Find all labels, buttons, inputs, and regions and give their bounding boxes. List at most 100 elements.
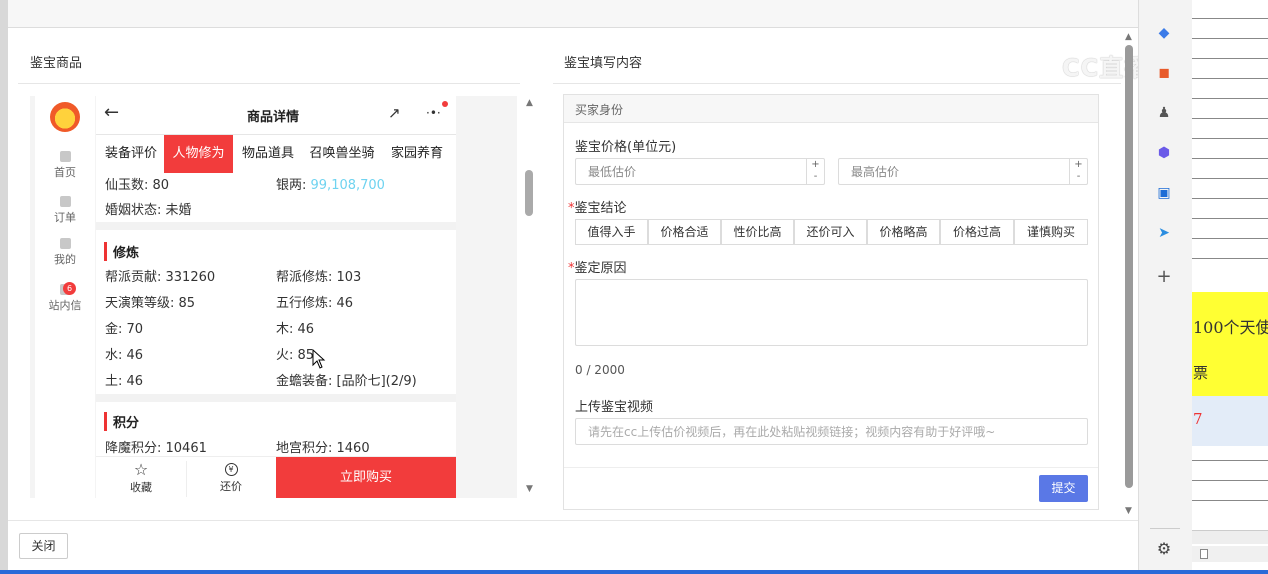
conclusion-option[interactable]: 价格合适 bbox=[648, 219, 721, 245]
tab-home[interactable]: 家园养育 bbox=[386, 135, 448, 173]
tab-pets[interactable]: 召唤兽坐骑 bbox=[303, 135, 381, 173]
bargain-button[interactable]: ¥ 还价 bbox=[186, 461, 276, 494]
silver-value: 99,108,700 bbox=[310, 178, 385, 193]
conclusion-option[interactable]: 还价可入 bbox=[794, 219, 867, 245]
add-icon[interactable]: + bbox=[1155, 268, 1173, 286]
info-row: 帮派修炼: 103 bbox=[276, 270, 362, 285]
nav-home[interactable]: 首页 bbox=[35, 151, 95, 180]
info-row: 金: 70 bbox=[105, 322, 144, 337]
reason-label: *鉴定原因 bbox=[568, 261, 627, 276]
gear-icon[interactable]: ⚙ bbox=[1155, 540, 1173, 558]
grid-line bbox=[1192, 500, 1268, 501]
browser-sidebar bbox=[1138, 0, 1192, 574]
grid-line bbox=[1192, 218, 1268, 219]
grid-line bbox=[1192, 460, 1268, 461]
submit-button[interactable]: 提交 bbox=[1039, 475, 1088, 502]
dialog-scrollbar-thumb[interactable] bbox=[1125, 45, 1133, 488]
more-icon[interactable]: ·•· bbox=[426, 106, 441, 120]
grid-line bbox=[1192, 238, 1268, 239]
toolbox-icon[interactable]: ◼ bbox=[1155, 64, 1173, 82]
grid-line bbox=[1192, 78, 1268, 79]
grid-line bbox=[1192, 158, 1268, 159]
info-row: 帮派贡献: 331260 bbox=[105, 270, 216, 285]
max-price-stepper[interactable]: + - bbox=[1069, 159, 1087, 184]
info-row: 降魔积分: 10461 bbox=[105, 441, 207, 456]
conclusion-label: *鉴宝结论 bbox=[568, 201, 627, 216]
tab-character[interactable]: 人物修为 bbox=[164, 135, 233, 173]
conclusion-option[interactable]: 谨慎购买 bbox=[1014, 219, 1088, 245]
grid-line bbox=[1192, 98, 1268, 99]
info-row: 银两: 99,108,700 bbox=[276, 178, 385, 193]
taskbar-edge bbox=[0, 570, 1268, 574]
product-detail-title: 商品详情 bbox=[247, 110, 300, 125]
left-scrollbar-thumb[interactable] bbox=[525, 170, 533, 216]
cell-text: 票 bbox=[1193, 364, 1209, 382]
min-price-input[interactable]: 最低估价 + - bbox=[575, 158, 825, 185]
left-panel-title: 鉴宝商品 bbox=[30, 56, 83, 71]
info-row: 天演策等级: 85 bbox=[105, 296, 196, 311]
cell-text: 7 bbox=[1193, 410, 1203, 428]
grid-line bbox=[1192, 480, 1268, 481]
reason-textarea[interactable] bbox=[575, 279, 1088, 346]
outlook-icon[interactable]: ▣ bbox=[1155, 184, 1173, 202]
bargain-icon: ¥ bbox=[224, 463, 238, 476]
video-label: 上传鉴宝视频 bbox=[575, 400, 654, 415]
scroll-up-arrow-icon[interactable]: ▲ bbox=[526, 98, 533, 108]
left-window-edge bbox=[0, 0, 8, 574]
grid-line bbox=[1192, 198, 1268, 199]
grid-line bbox=[1192, 138, 1268, 139]
info-row: 水: 46 bbox=[105, 348, 144, 363]
info-row: 婚姻状态: 未婚 bbox=[105, 203, 192, 218]
grid-line bbox=[1192, 258, 1268, 259]
info-row: 火: 85 bbox=[276, 348, 315, 363]
info-row: 仙玉数: 80 bbox=[105, 178, 170, 193]
grid-line bbox=[1192, 58, 1268, 59]
user-icon bbox=[59, 238, 71, 249]
info-row: 地宫积分: 1460 bbox=[276, 441, 370, 456]
right-title-divider bbox=[553, 83, 1121, 84]
max-price-input[interactable]: 最高估价 + - bbox=[838, 158, 1088, 185]
buy-now-button[interactable]: 立即购买 bbox=[276, 457, 456, 498]
mouse-cursor-icon bbox=[312, 349, 326, 369]
min-price-stepper[interactable]: + - bbox=[806, 159, 824, 184]
send-icon[interactable]: ➤ bbox=[1155, 224, 1173, 242]
nav-orders[interactable]: 订单 bbox=[35, 196, 95, 225]
favorite-button[interactable]: ☆ 收藏 bbox=[96, 461, 186, 495]
video-link-input[interactable]: 请先在cc上传估价视频后，再在此处粘贴视频链接；视频内容有助于好评哦~ bbox=[575, 418, 1088, 445]
conclusion-option[interactable]: 价格过高 bbox=[940, 219, 1014, 245]
window-top-bar bbox=[8, 0, 1138, 28]
horizontal-scrollbar[interactable] bbox=[1192, 530, 1268, 544]
more-dot-badge bbox=[442, 101, 448, 107]
zoom-slider-thumb[interactable] bbox=[1200, 549, 1208, 559]
back-icon[interactable]: ← bbox=[104, 102, 119, 123]
tab-equipment[interactable]: 装备评价 bbox=[100, 135, 162, 173]
right-panel-title: 鉴宝填写内容 bbox=[564, 56, 643, 71]
nav-mine[interactable]: 我的 bbox=[35, 238, 95, 267]
conclusion-option[interactable]: 价格略高 bbox=[867, 219, 940, 245]
order-icon bbox=[59, 196, 71, 207]
blue-cell bbox=[1192, 396, 1268, 446]
grid-line bbox=[1192, 118, 1268, 119]
conclusion-option[interactable]: 值得入手 bbox=[575, 219, 648, 245]
tab-items[interactable]: 物品道具 bbox=[237, 135, 299, 173]
reason-counter: 0 / 2000 bbox=[575, 363, 625, 377]
tag-icon[interactable]: ◆ bbox=[1155, 24, 1173, 42]
game-logo-icon bbox=[35, 102, 95, 132]
info-row: 木: 46 bbox=[276, 322, 315, 337]
sidebar-divider bbox=[1150, 528, 1180, 529]
grid-line bbox=[1192, 38, 1268, 39]
copilot-icon[interactable]: ⬢ bbox=[1155, 144, 1173, 162]
form-footer-divider bbox=[564, 467, 1098, 468]
games-icon[interactable]: ♟ bbox=[1155, 104, 1173, 122]
info-row: 五行修炼: 46 bbox=[276, 296, 354, 311]
dialog-scroll-up-icon[interactable]: ▲ bbox=[1125, 32, 1132, 42]
share-icon[interactable]: ↗ bbox=[388, 104, 401, 122]
scroll-down-arrow-icon[interactable]: ▼ bbox=[526, 484, 533, 494]
phone-sidebar: 首页 订单 我的 6 站内信 bbox=[35, 96, 95, 498]
section-title-jifen: 积分 bbox=[104, 412, 139, 431]
close-button[interactable]: 关闭 bbox=[19, 533, 68, 559]
conclusion-option[interactable]: 性价比高 bbox=[721, 219, 794, 245]
home-icon bbox=[59, 151, 71, 162]
nav-messages[interactable]: 6 站内信 bbox=[35, 282, 95, 313]
dialog-scroll-down-icon[interactable]: ▼ bbox=[1125, 506, 1132, 516]
